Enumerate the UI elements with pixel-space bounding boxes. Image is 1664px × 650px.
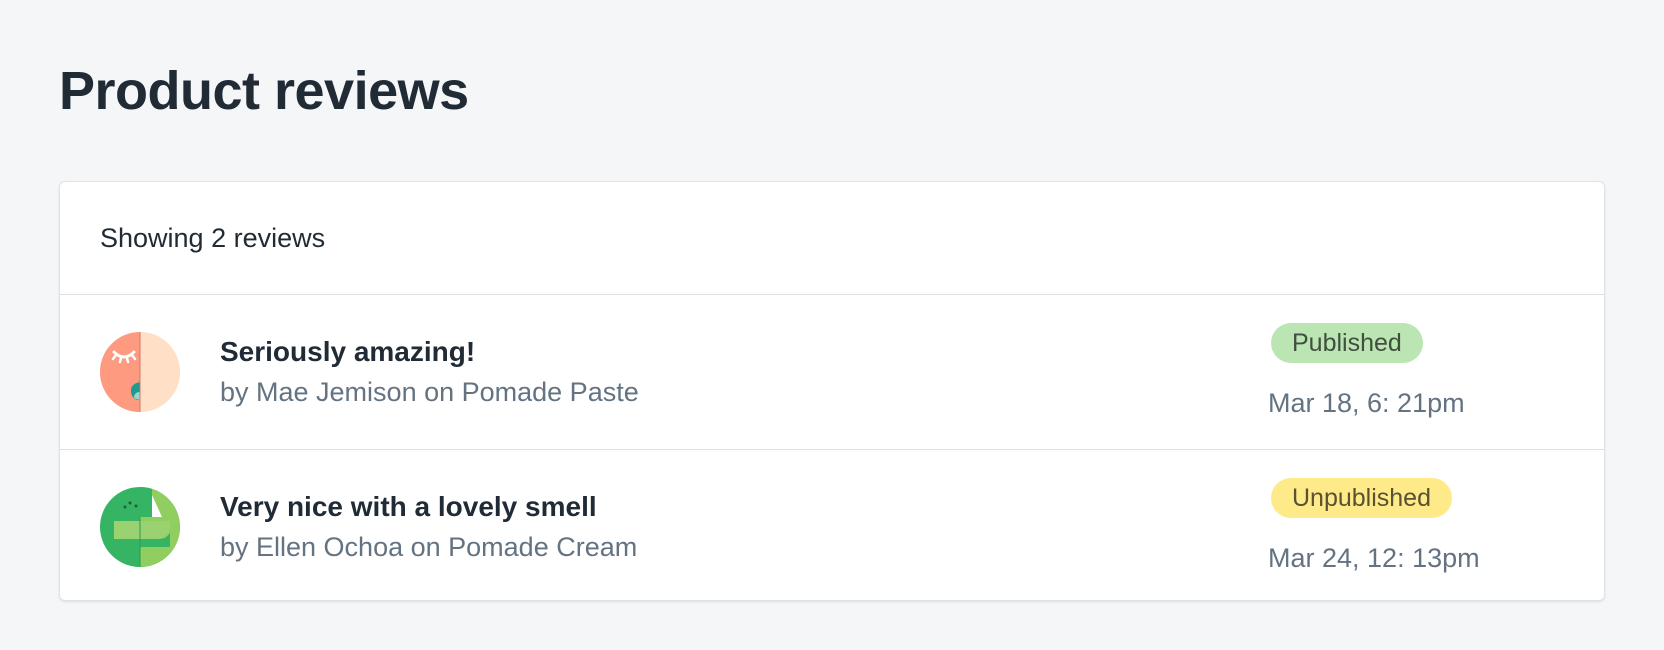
review-text: Seriously amazing! by Mae Jemison on Pom… [220,334,639,410]
review-author-product: by Mae Jemison on Pomade Paste [220,377,639,407]
reviews-count-summary: Showing 2 reviews [100,222,326,253]
status-badge-unpublished: Unpublished [1271,478,1452,518]
review-title[interactable]: Seriously amazing! [220,334,639,370]
reviews-card-header: Showing 2 reviews [60,182,1604,295]
review-item[interactable]: Seriously amazing! by Mae Jemison on Pom… [60,295,1604,449]
avatar-orange-icon [100,332,180,412]
review-text: Very nice with a lovely smell by Ellen O… [220,489,637,565]
review-date: Mar 18, 6: 21pm [1268,388,1465,418]
review-title[interactable]: Very nice with a lovely smell [220,489,637,525]
review-status-group: Published Mar 18, 6: 21pm [1268,323,1465,421]
review-item[interactable]: Very nice with a lovely smell by Ellen O… [60,449,1604,600]
review-author-product: by Ellen Ochoa on Pomade Cream [220,531,638,562]
reviews-card: Showing 2 reviews Seriously amazing! by … [59,181,1605,601]
avatar-green-icon [100,486,180,567]
review-status-group: Unpublished Mar 24, 12: 13pm [1268,478,1480,576]
page-title: Product reviews [59,61,469,121]
review-date: Mar 24, 12: 13pm [1268,543,1480,573]
status-badge-published: Published [1271,323,1423,363]
